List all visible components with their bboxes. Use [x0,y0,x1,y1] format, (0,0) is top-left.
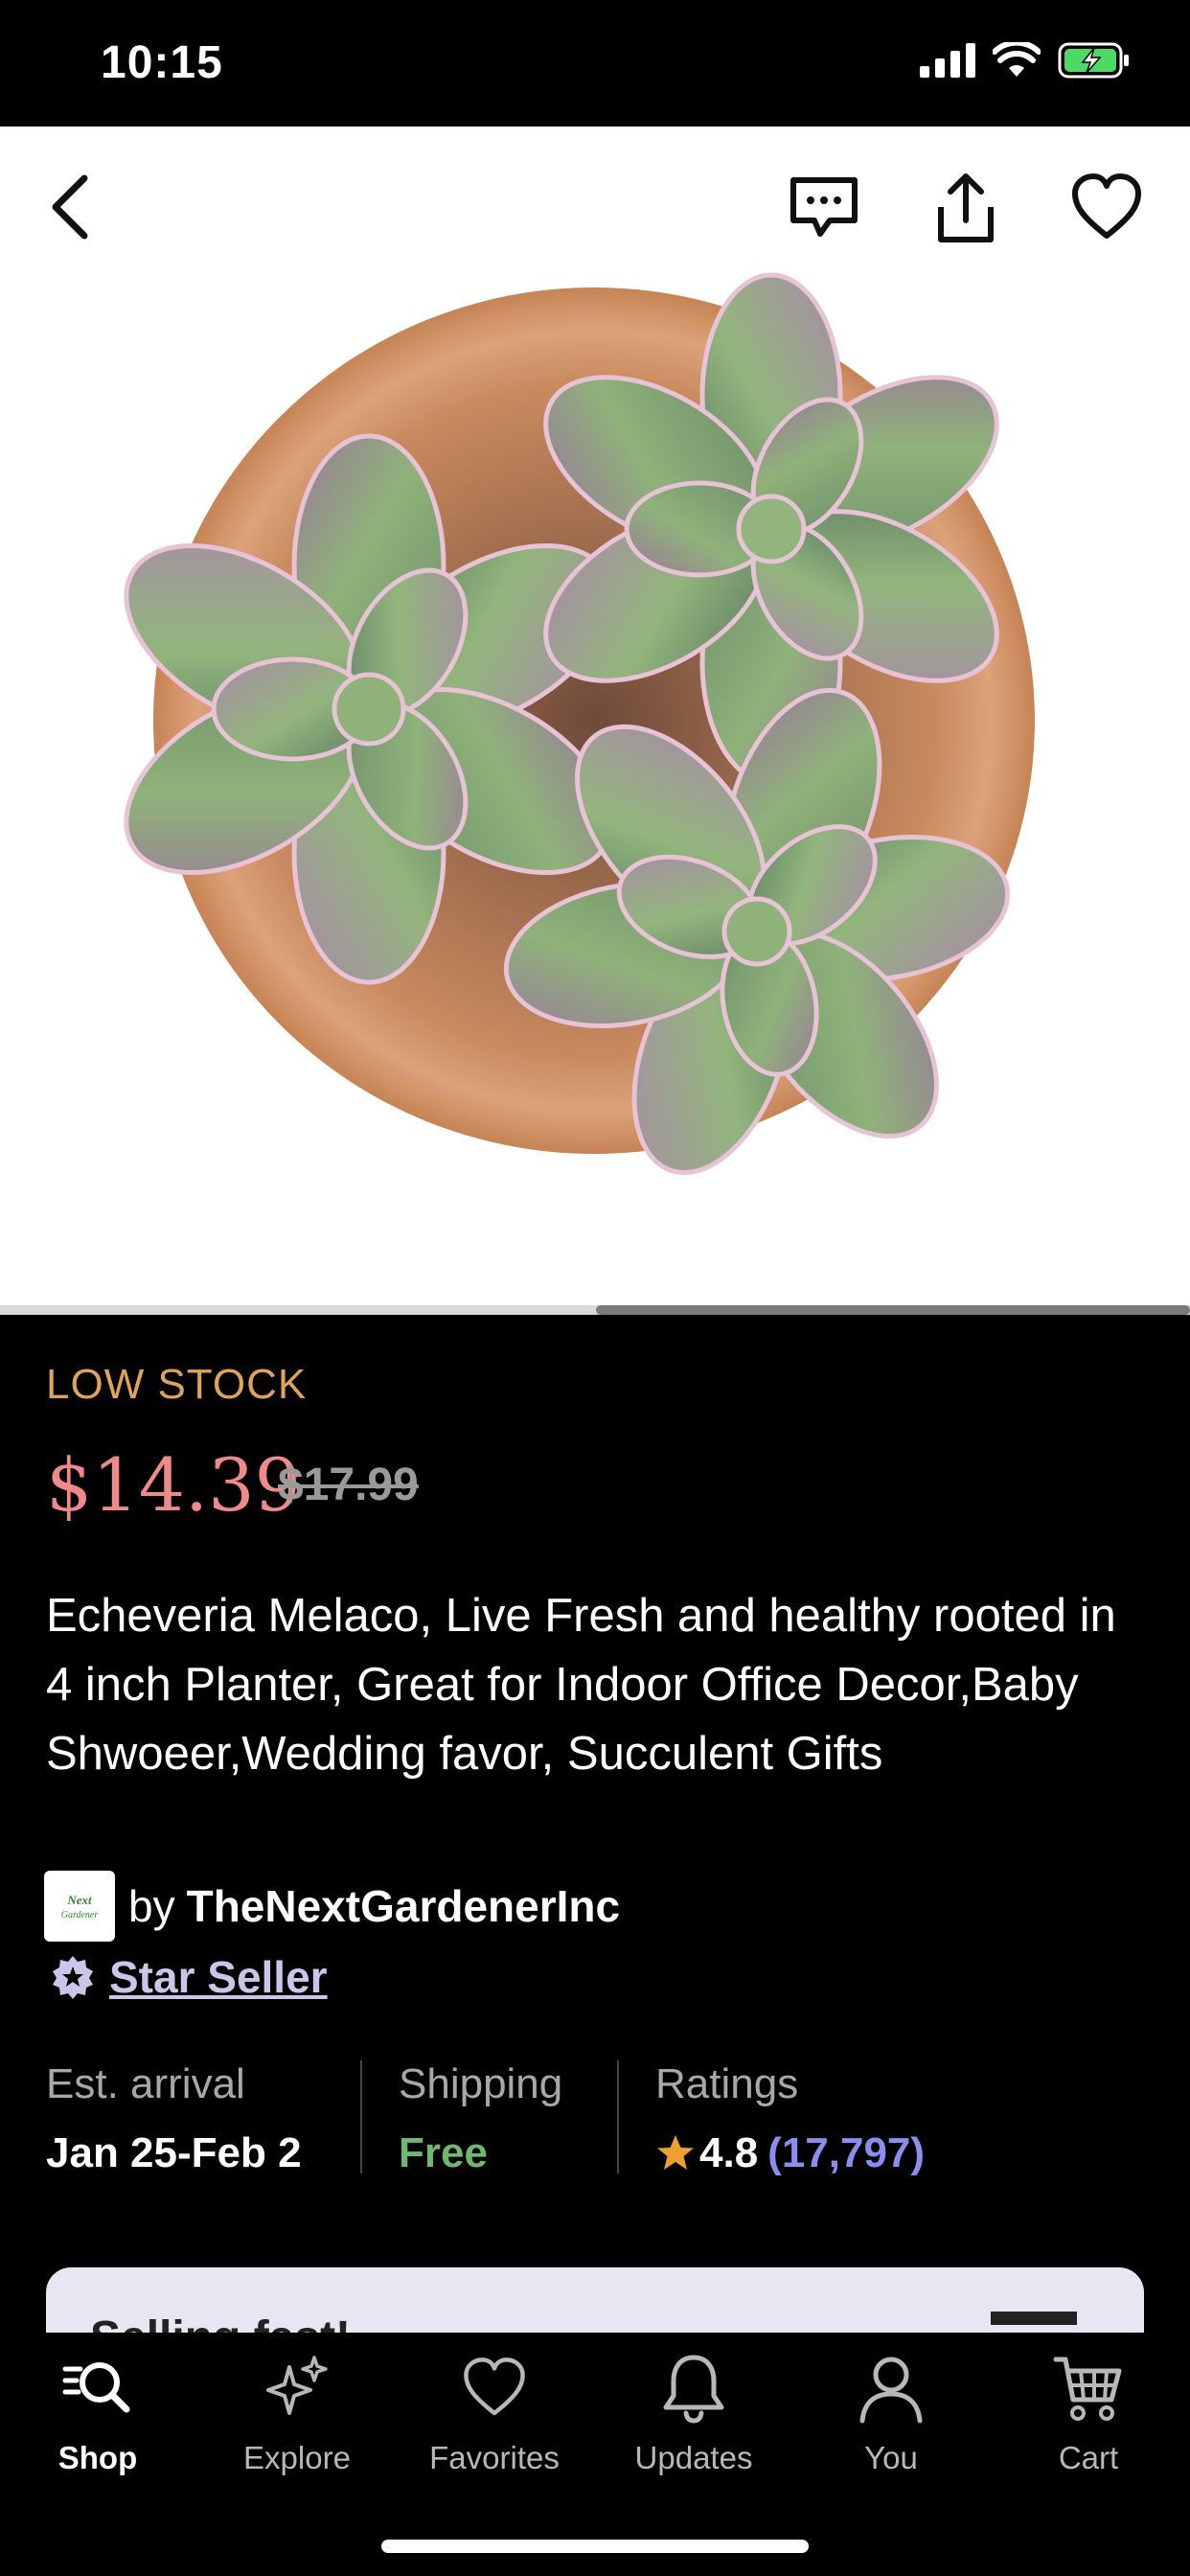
shop-name[interactable]: TheNextGardenerInc [187,1880,620,1932]
tab-updates[interactable]: Updates [598,2350,790,2476]
tab-updates-label: Updates [634,2440,753,2475]
arrival-value: Jan 25-Feb 2 [46,2129,302,2176]
star-seller-icon [53,1956,93,1999]
shop-logo[interactable]: Next Gardener [44,1871,115,1942]
tab-cart-label: Cart [1058,2440,1119,2475]
info-divider [360,2060,362,2174]
bell-icon [663,2355,724,2424]
battery-charging-icon [1058,42,1129,79]
heart-icon [1072,173,1141,239]
shop-logo-image: Next Gardener [48,1887,111,1925]
cart-icon [1053,2357,1122,2421]
svg-text:Gardener: Gardener [61,1910,99,1920]
rating-count[interactable]: (17,797) [767,2129,925,2177]
ratings-value-row[interactable]: 4.8 (17,797) [655,2129,925,2177]
current-price: $14.39 [46,1442,301,1528]
status-bar: 10:15 [0,0,1190,126]
ratings-label: Ratings [655,2060,799,2107]
back-chevron-icon [52,174,88,240]
shipping-label: Shipping [399,2060,563,2107]
arrival-label: Est. arrival [46,2060,245,2107]
image-carousel-indicator[interactable] [596,1305,1190,1315]
tab-you[interactable]: You [795,2350,987,2476]
svg-text:Next: Next [66,1893,92,1907]
original-price: $17.99 [278,1460,419,1510]
star-seller-label[interactable]: Star Seller [109,1951,328,2003]
message-icon [790,177,858,237]
tab-shop-label: Shop [57,2440,138,2475]
tab-explore[interactable]: Explore [201,2350,393,2476]
person-icon [859,2357,923,2424]
shop-row[interactable]: Next Gardener by TheNextGardenerInc [44,1871,620,1942]
product-image[interactable] [0,126,1190,1311]
tab-shop[interactable]: Shop [2,2350,194,2476]
star-icon [657,2135,694,2170]
home-indicator[interactable] [381,2540,809,2553]
shop-by-label: by [128,1881,175,1931]
wifi-icon [993,42,1041,77]
back-button[interactable] [42,171,100,248]
star-seller-badge[interactable]: Star Seller [50,1951,328,2003]
tab-explore-label: Explore [243,2440,351,2475]
shipping-value: Free [399,2129,488,2176]
tab-cart[interactable]: Cart [993,2350,1184,2476]
succulent-image [124,272,1035,1176]
info-divider [617,2060,619,2174]
favorite-button[interactable] [1069,171,1144,250]
signal-icon [920,43,975,78]
shop-search-icon [62,2362,130,2413]
shipping-info: Shipping Free [399,2060,562,2177]
stock-label: LOW STOCK [46,1361,308,1408]
share-icon [938,173,994,242]
sparkle-icon [266,2356,328,2415]
share-button[interactable] [927,171,1004,252]
message-seller-button[interactable] [788,171,860,248]
product-title: Echeveria Melaco, Live Fresh and healthy… [46,1590,1116,1780]
heart-icon [464,2358,525,2416]
tab-favorites-label: Favorites [429,2440,560,2475]
tab-you-label: You [864,2440,918,2475]
status-icons [920,42,1131,79]
rating-value: 4.8 [699,2129,759,2176]
ratings-info[interactable]: Ratings 4.8 (17,797) [655,2060,925,2177]
est-arrival: Est. arrival Jan 25-Feb 2 [46,2060,302,2177]
tab-favorites[interactable]: Favorites [399,2350,590,2476]
status-time: 10:15 [101,37,223,88]
